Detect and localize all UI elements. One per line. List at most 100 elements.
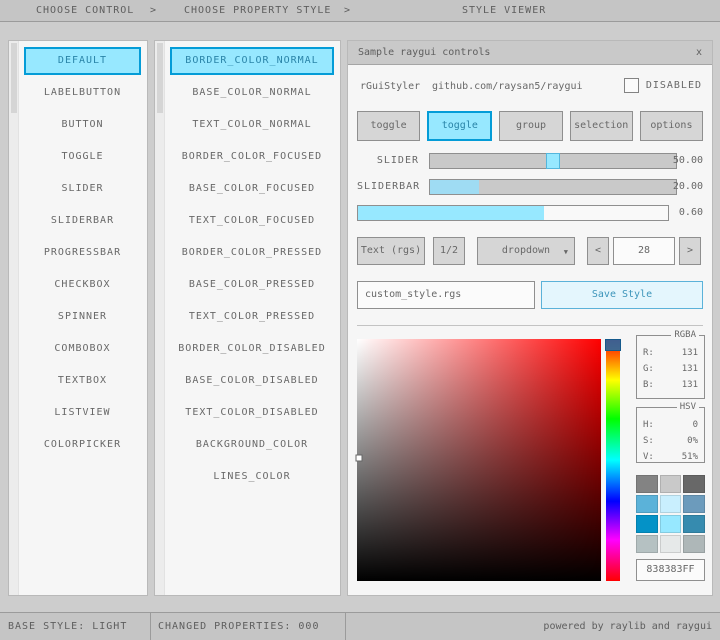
color-swatch[interactable] xyxy=(660,515,682,533)
color-swatch[interactable] xyxy=(683,535,705,553)
property-list-item[interactable]: TEXT_COLOR_DISABLED xyxy=(166,397,338,429)
property-list-item[interactable]: BASE_COLOR_PRESSED xyxy=(166,269,338,301)
changed-properties-status: CHANGED PROPERTIES: 000 xyxy=(158,613,319,640)
close-icon[interactable]: x xyxy=(696,41,702,65)
slider-handle[interactable] xyxy=(546,153,560,169)
property-list-item[interactable]: BORDER_COLOR_DISABLED xyxy=(166,333,338,365)
toggle-button-active[interactable]: toggle xyxy=(427,111,492,141)
slider-value: 50.00 xyxy=(673,155,703,166)
sliderbar-label: SLIDERBAR xyxy=(357,181,419,192)
color-swatch[interactable] xyxy=(683,475,705,493)
spinner-decrement-button[interactable]: < xyxy=(587,237,609,265)
v-label: V: xyxy=(643,449,654,465)
control-list-item[interactable]: CHECKBOX xyxy=(20,269,145,301)
color-swatch[interactable] xyxy=(636,535,658,553)
control-list-item[interactable]: LABELBUTTON xyxy=(20,77,145,109)
window-title: Sample raygui controls xyxy=(358,47,490,58)
hsv-group-box: HSV H: 0 S: 0% V: 51% xyxy=(636,407,705,463)
sliderbar[interactable] xyxy=(429,179,677,195)
s-value: 0% xyxy=(687,433,698,449)
control-list-panel: DEFAULT LABELBUTTON BUTTON TOGGLE SLIDER… xyxy=(8,40,148,596)
selection-button[interactable]: selection xyxy=(570,111,633,141)
disabled-checkbox[interactable] xyxy=(624,78,639,93)
save-style-button[interactable]: Save Style xyxy=(541,281,703,309)
hsv-v-row: V: 51% xyxy=(637,449,704,465)
control-list-item[interactable]: COLORPICKER xyxy=(20,429,145,461)
b-value: 131 xyxy=(682,377,698,393)
sliderbar-row: SLIDERBAR 20.00 xyxy=(357,179,703,195)
slider-row: SLIDER 50.00 xyxy=(357,153,703,169)
spinner-increment-button[interactable]: > xyxy=(679,237,701,265)
h-label: H: xyxy=(643,417,654,433)
property-list-item[interactable]: BASE_COLOR_FOCUSED xyxy=(166,173,338,205)
color-swatch[interactable] xyxy=(660,535,682,553)
text-rgs-button[interactable]: Text (rgs) xyxy=(357,237,425,265)
base-style-status: BASE STYLE: LIGHT xyxy=(8,613,127,640)
group-button[interactable]: group xyxy=(499,111,562,141)
property-list-item[interactable]: BASE_COLOR_NORMAL xyxy=(166,77,338,109)
property-list-item[interactable]: TEXT_COLOR_PRESSED xyxy=(166,301,338,333)
control-list-item[interactable]: LISTVIEW xyxy=(20,397,145,429)
sliderbar-fill xyxy=(430,180,479,194)
control-list-item[interactable]: DEFAULT xyxy=(24,47,141,75)
r-value: 131 xyxy=(682,345,698,361)
control-list-item[interactable]: PROGRESSBAR xyxy=(20,237,145,269)
divider xyxy=(357,325,703,326)
window-titlebar[interactable]: Sample raygui controls x xyxy=(348,41,712,65)
g-label: G: xyxy=(643,361,654,377)
control-list-item[interactable]: TEXTBOX xyxy=(20,365,145,397)
property-list-item[interactable]: TEXT_COLOR_NORMAL xyxy=(166,109,338,141)
status-divider xyxy=(150,613,151,640)
property-list-item[interactable]: BASE_COLOR_DISABLED xyxy=(166,365,338,397)
color-swatch[interactable] xyxy=(683,495,705,513)
color-swatch[interactable] xyxy=(660,475,682,493)
chevron-down-icon: ▼ xyxy=(564,239,568,265)
property-list-item[interactable]: BORDER_COLOR_NORMAL xyxy=(170,47,334,75)
control-list-item[interactable]: TOGGLE xyxy=(20,141,145,173)
control-list-scrollbar[interactable] xyxy=(9,41,19,595)
scrollbar-thumb[interactable] xyxy=(11,43,17,113)
breadcrumb-step-style-viewer: STYLE VIEWER xyxy=(462,0,546,22)
scrollbar-thumb[interactable] xyxy=(157,43,163,113)
property-list-item[interactable]: LINES_COLOR xyxy=(166,461,338,493)
color-swatch[interactable] xyxy=(636,495,658,513)
window-body: rGuiStyler github.com/raysan5/raygui DIS… xyxy=(348,65,712,595)
hue-slider-handle[interactable] xyxy=(605,339,621,351)
s-label: S: xyxy=(643,433,654,449)
disabled-toggle: DISABLED xyxy=(624,78,702,93)
dropdown[interactable]: dropdown ▼ xyxy=(477,237,575,265)
property-list-scrollbar[interactable] xyxy=(155,41,165,595)
v-value: 51% xyxy=(682,449,698,465)
color-swatch[interactable] xyxy=(636,475,658,493)
color-swatch[interactable] xyxy=(683,515,705,533)
toggle-group: toggle toggle group selection options xyxy=(357,111,703,141)
chevron-right-icon: > xyxy=(150,0,157,22)
control-list-item[interactable]: SLIDERBAR xyxy=(20,205,145,237)
control-list-item[interactable]: BUTTON xyxy=(20,109,145,141)
hex-value-box[interactable]: 838383FF xyxy=(636,559,705,581)
color-saturation-value-panel[interactable] xyxy=(357,339,601,581)
breadcrumb-step-choose-control: CHOOSE CONTROL xyxy=(36,0,134,22)
rgba-r-row: R: 131 xyxy=(637,345,704,361)
spinner-value-box[interactable]: 28 xyxy=(613,237,675,265)
rguistyler-app: CHOOSE CONTROL > CHOOSE PROPERTY STYLE >… xyxy=(0,0,720,640)
control-list-item[interactable]: SPINNER xyxy=(20,301,145,333)
property-list-item[interactable]: BACKGROUND_COLOR xyxy=(166,429,338,461)
control-list-item[interactable]: SLIDER xyxy=(20,173,145,205)
half-button[interactable]: 1/2 xyxy=(433,237,465,265)
property-list-item[interactable]: BORDER_COLOR_FOCUSED xyxy=(166,141,338,173)
color-cursor[interactable] xyxy=(356,454,363,461)
property-list-item[interactable]: BORDER_COLOR_PRESSED xyxy=(166,237,338,269)
color-swatch[interactable] xyxy=(636,515,658,533)
dropdown-selected-value: dropdown xyxy=(502,245,550,256)
color-swatch[interactable] xyxy=(660,495,682,513)
hue-slider[interactable] xyxy=(606,339,620,581)
control-list-item[interactable]: COMBOBOX xyxy=(20,333,145,365)
github-link[interactable]: github.com/raysan5/raygui xyxy=(432,81,583,92)
property-list-item[interactable]: TEXT_COLOR_FOCUSED xyxy=(166,205,338,237)
misc-controls-row: Text (rgs) 1/2 dropdown ▼ < 28 > xyxy=(357,237,703,265)
slider[interactable] xyxy=(429,153,677,169)
options-button[interactable]: options xyxy=(640,111,703,141)
toggle-button[interactable]: toggle xyxy=(357,111,420,141)
style-filename-input[interactable]: custom_style.rgs xyxy=(357,281,535,309)
